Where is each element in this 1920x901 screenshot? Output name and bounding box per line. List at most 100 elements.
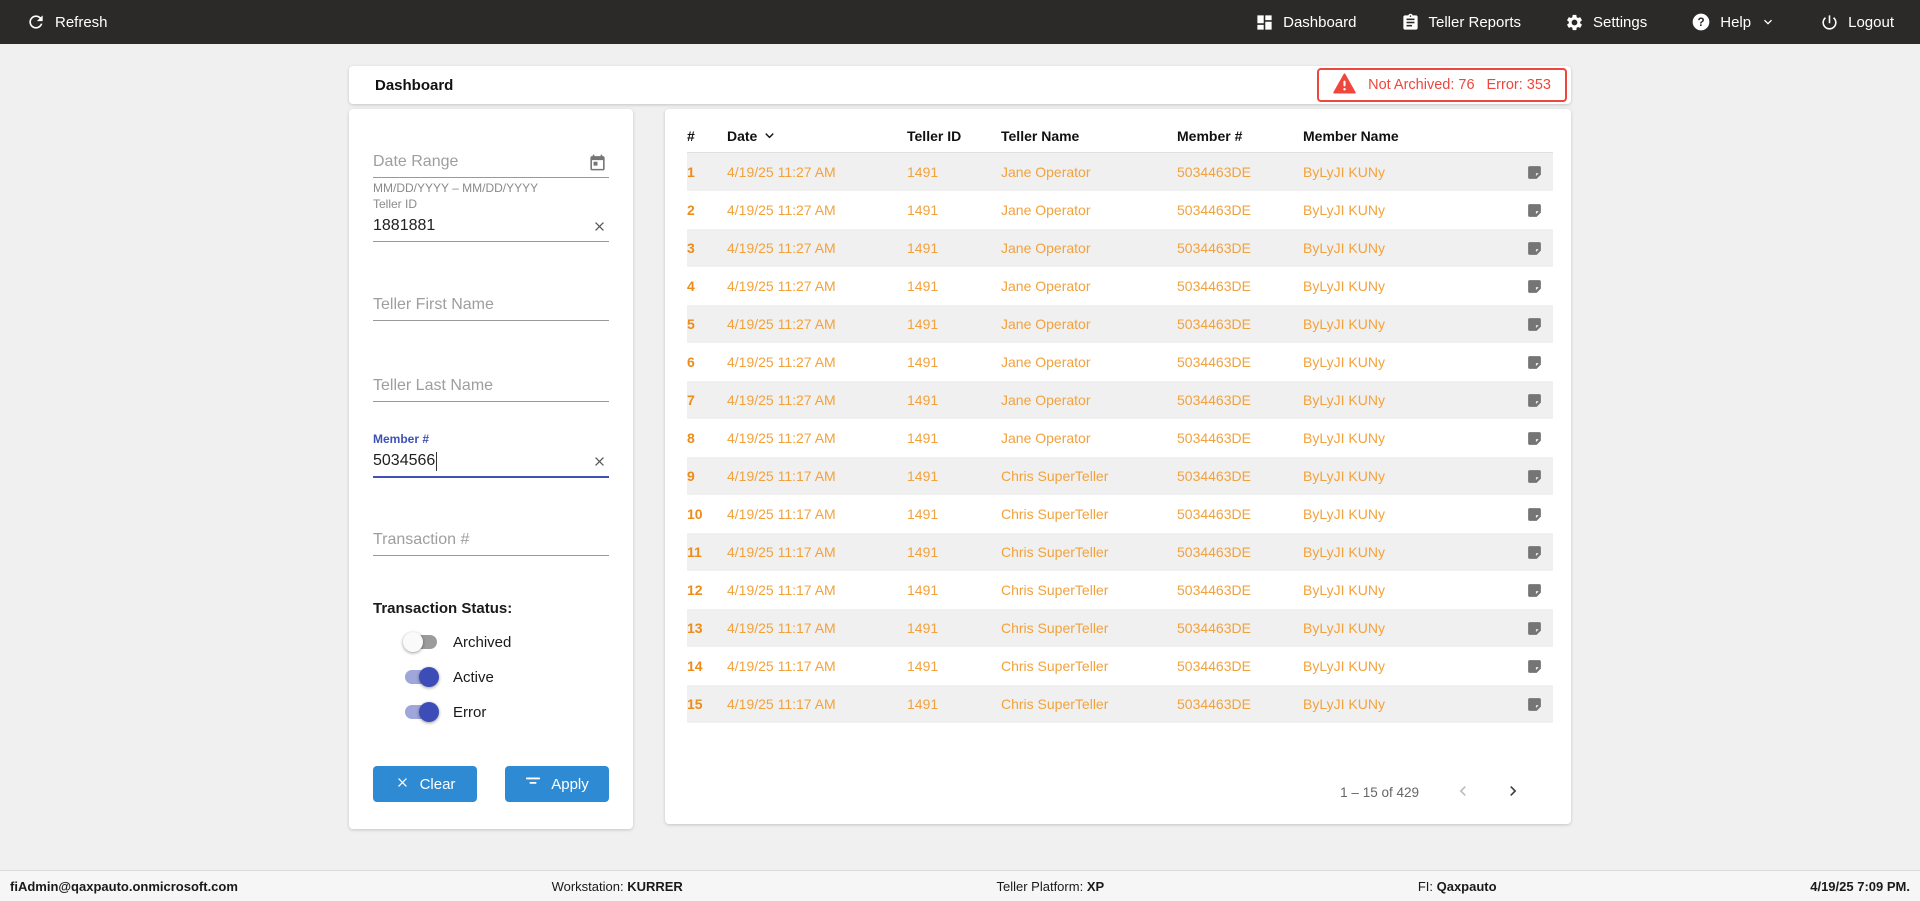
- toggle-active[interactable]: [403, 667, 439, 687]
- clear-x-icon: [395, 775, 410, 794]
- table-row[interactable]: 114/19/25 11:17 AM1491Chris SuperTeller5…: [687, 533, 1553, 571]
- column-header-teller-name[interactable]: Teller Name: [1001, 128, 1177, 144]
- cell-num: 15: [687, 696, 727, 712]
- teller-platform-status: Teller Platform: XP: [996, 879, 1104, 894]
- table-row[interactable]: 24/19/25 11:27 AM1491Jane Operator503446…: [687, 191, 1553, 229]
- note-icon[interactable]: [1524, 352, 1545, 373]
- settings-icon: [1565, 13, 1584, 32]
- toggle-label: Archived: [453, 634, 511, 651]
- nav-item-teller-reports[interactable]: Teller Reports: [1401, 13, 1522, 32]
- table-row[interactable]: 134/19/25 11:17 AM1491Chris SuperTeller5…: [687, 609, 1553, 647]
- nav-item-help[interactable]: ?Help: [1691, 12, 1776, 32]
- toggle-error[interactable]: [403, 702, 439, 722]
- note-icon[interactable]: [1524, 238, 1545, 259]
- table-row[interactable]: 44/19/25 11:27 AM1491Jane Operator503446…: [687, 267, 1553, 305]
- table-row[interactable]: 54/19/25 11:27 AM1491Jane Operator503446…: [687, 305, 1553, 343]
- table-row[interactable]: 14/19/25 11:27 AM1491Jane Operator503446…: [687, 153, 1553, 191]
- column-header-member[interactable]: Member #: [1177, 128, 1303, 144]
- table-row[interactable]: 124/19/25 11:17 AM1491Chris SuperTeller5…: [687, 571, 1553, 609]
- note-icon[interactable]: [1524, 314, 1545, 335]
- teller-last-name-input[interactable]: [373, 371, 609, 401]
- nav-item-dashboard[interactable]: Dashboard: [1255, 13, 1356, 32]
- table-row[interactable]: 64/19/25 11:27 AM1491Jane Operator503446…: [687, 343, 1553, 381]
- table-row[interactable]: 34/19/25 11:27 AM1491Jane Operator503446…: [687, 229, 1553, 267]
- refresh-icon: [26, 12, 46, 32]
- note-icon[interactable]: [1524, 618, 1545, 639]
- cell-num: 4: [687, 278, 727, 294]
- column-header-member-name[interactable]: Member Name: [1303, 128, 1509, 144]
- note-icon[interactable]: [1524, 200, 1545, 221]
- column-header-date[interactable]: Date: [727, 127, 907, 144]
- table-row[interactable]: 84/19/25 11:27 AM1491Jane Operator503446…: [687, 419, 1553, 457]
- cell-teller-name: Chris SuperTeller: [1001, 696, 1177, 712]
- cell-member-number: 5034463DE: [1177, 506, 1303, 522]
- table-row[interactable]: 144/19/25 11:17 AM1491Chris SuperTeller5…: [687, 647, 1553, 685]
- cell-member-number: 5034463DE: [1177, 354, 1303, 370]
- cell-date: 4/19/25 11:17 AM: [727, 506, 907, 522]
- table-row[interactable]: 154/19/25 11:17 AM1491Chris SuperTeller5…: [687, 685, 1553, 723]
- cell-date: 4/19/25 11:17 AM: [727, 582, 907, 598]
- toggle-archived[interactable]: [403, 632, 439, 652]
- cell-num: 8: [687, 430, 727, 446]
- cell-teller-id: 1491: [907, 354, 1001, 370]
- member-number-input[interactable]: 5034566: [373, 446, 590, 476]
- table-row[interactable]: 74/19/25 11:27 AM1491Jane Operator503446…: [687, 381, 1553, 419]
- cell-member-name: ByLyJI KUNy: [1303, 240, 1509, 256]
- note-icon[interactable]: [1524, 390, 1545, 411]
- note-icon[interactable]: [1524, 694, 1545, 715]
- teller-id-input[interactable]: [373, 211, 590, 241]
- note-icon[interactable]: [1524, 162, 1545, 183]
- table-row[interactable]: 104/19/25 11:17 AM1491Chris SuperTeller5…: [687, 495, 1553, 533]
- note-icon[interactable]: [1524, 580, 1545, 601]
- column-header-[interactable]: #: [687, 128, 727, 144]
- cell-date: 4/19/25 11:17 AM: [727, 696, 907, 712]
- cell-teller-name: Chris SuperTeller: [1001, 544, 1177, 560]
- status-bar: fiAdmin@qaxpauto.onmicrosoft.com Worksta…: [0, 870, 1920, 901]
- calendar-icon[interactable]: [586, 151, 609, 174]
- cell-member-name: ByLyJI KUNy: [1303, 164, 1509, 180]
- cell-member-name: ByLyJI KUNy: [1303, 582, 1509, 598]
- cell-member-number: 5034463DE: [1177, 696, 1303, 712]
- note-icon[interactable]: [1524, 276, 1545, 297]
- cell-teller-id: 1491: [907, 164, 1001, 180]
- previous-page-button[interactable]: [1449, 777, 1477, 808]
- clear-teller-id-icon[interactable]: [590, 217, 609, 236]
- nav-item-settings[interactable]: Settings: [1565, 13, 1647, 32]
- table-body: 14/19/25 11:27 AM1491Jane Operator503446…: [687, 153, 1553, 723]
- cell-teller-id: 1491: [907, 582, 1001, 598]
- cell-teller-id: 1491: [907, 430, 1001, 446]
- status-datetime: 4/19/25 7:09 PM.: [1810, 879, 1910, 894]
- cell-member-name: ByLyJI KUNy: [1303, 202, 1509, 218]
- teller-first-name-input[interactable]: [373, 290, 609, 320]
- cell-member-name: ByLyJI KUNy: [1303, 696, 1509, 712]
- refresh-button[interactable]: Refresh: [26, 12, 108, 32]
- cell-member-number: 5034463DE: [1177, 316, 1303, 332]
- cell-teller-id: 1491: [907, 316, 1001, 332]
- note-icon[interactable]: [1524, 504, 1545, 525]
- chevron-right-icon: [1503, 781, 1523, 804]
- transaction-number-input[interactable]: [373, 525, 609, 555]
- cell-member-number: 5034463DE: [1177, 582, 1303, 598]
- note-icon[interactable]: [1524, 428, 1545, 449]
- cell-member-number: 5034463DE: [1177, 240, 1303, 256]
- table-row[interactable]: 94/19/25 11:17 AM1491Chris SuperTeller50…: [687, 457, 1553, 495]
- cell-num: 9: [687, 468, 727, 484]
- nav-item-logout[interactable]: Logout: [1820, 13, 1894, 32]
- column-header-teller-id[interactable]: Teller ID: [907, 128, 1001, 144]
- next-page-button[interactable]: [1499, 777, 1527, 808]
- apply-button[interactable]: Apply: [505, 766, 609, 802]
- cell-teller-name: Jane Operator: [1001, 316, 1177, 332]
- note-icon[interactable]: [1524, 656, 1545, 677]
- note-icon[interactable]: [1524, 542, 1545, 563]
- cell-teller-name: Jane Operator: [1001, 278, 1177, 294]
- cell-date: 4/19/25 11:27 AM: [727, 278, 907, 294]
- date-range-input[interactable]: [373, 147, 586, 177]
- top-navigation: Refresh Dashboard Teller Reports Settings?…: [0, 0, 1920, 44]
- cell-date: 4/19/25 11:27 AM: [727, 202, 907, 218]
- clear-member-number-icon[interactable]: [590, 452, 609, 471]
- cell-date: 4/19/25 11:27 AM: [727, 354, 907, 370]
- cell-teller-name: Chris SuperTeller: [1001, 468, 1177, 484]
- clear-button[interactable]: Clear: [373, 766, 477, 802]
- cell-teller-id: 1491: [907, 658, 1001, 674]
- note-icon[interactable]: [1524, 466, 1545, 487]
